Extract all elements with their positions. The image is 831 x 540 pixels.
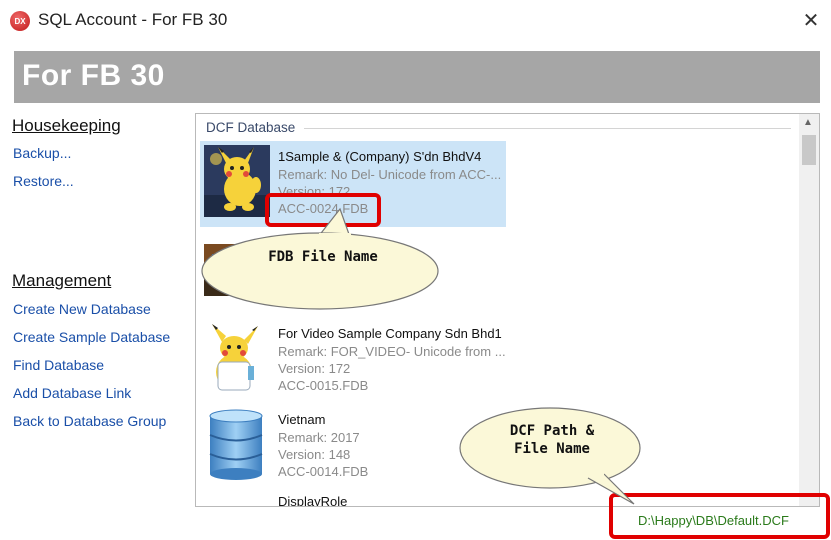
database-version: Version: 148 — [278, 447, 351, 462]
scroll-up-icon[interactable]: ▲ — [803, 117, 813, 128]
dcf-callout-text-line2: File Name — [514, 441, 590, 457]
add-database-link[interactable]: Add Database Link — [13, 385, 131, 401]
header-banner: For FB 30 — [14, 51, 820, 103]
scroll-thumb[interactable] — [802, 135, 816, 165]
database-name: DisplayRole — [278, 494, 348, 506]
database-remark: Remark: 2017 — [278, 430, 360, 445]
restore-link[interactable]: Restore... — [13, 173, 74, 189]
panel-caption: DCF Database — [206, 120, 300, 135]
create-new-database-link[interactable]: Create New Database — [13, 301, 151, 317]
close-button[interactable]: ✕ — [797, 6, 825, 34]
database-name: For Video Sample Company Sdn Bhd1 — [278, 326, 502, 341]
dcf-callout-text-line1: DCF Path & — [509, 423, 595, 439]
database-version: Version: 172 — [278, 361, 351, 376]
vertical-scrollbar[interactable]: ▲ — [799, 114, 819, 506]
housekeeping-heading: Housekeeping — [12, 116, 121, 135]
app-logo-icon: DX — [10, 11, 30, 31]
database-file: ACC-0014.FDB — [278, 464, 369, 479]
title-bar: DX SQL Account - For FB 30 ✕ — [0, 0, 831, 42]
database-item[interactable]: For Video Sample Company Sdn Bhd1 Remark… — [200, 318, 506, 404]
database-remark: Remark: FOR_VIDEO- Unicode from ... — [278, 344, 506, 359]
backup-link[interactable]: Backup... — [13, 145, 71, 161]
management-heading: Management — [12, 271, 112, 290]
database-name: 1Sample & (Company) S'dn BhdV4 — [278, 149, 482, 164]
pikachu-scientist-image — [204, 322, 270, 394]
find-database-link[interactable]: Find Database — [13, 357, 104, 373]
window-title: SQL Account - For FB 30 — [38, 10, 228, 29]
fdb-callout-text: FDB File Name — [268, 249, 378, 265]
database-remark: Remark: No Del- Unicode from ACC-... — [278, 167, 502, 182]
panel-divider — [304, 128, 791, 129]
close-icon: ✕ — [802, 9, 820, 32]
database-name: Vietnam — [278, 412, 326, 427]
back-to-database-group-link[interactable]: Back to Database Group — [13, 413, 166, 429]
create-sample-database-link[interactable]: Create Sample Database — [13, 329, 170, 345]
database-file: ACC-0015.FDB — [278, 378, 369, 393]
page-title: For FB 30 — [22, 59, 165, 92]
database-cylinder-icon — [204, 408, 270, 480]
